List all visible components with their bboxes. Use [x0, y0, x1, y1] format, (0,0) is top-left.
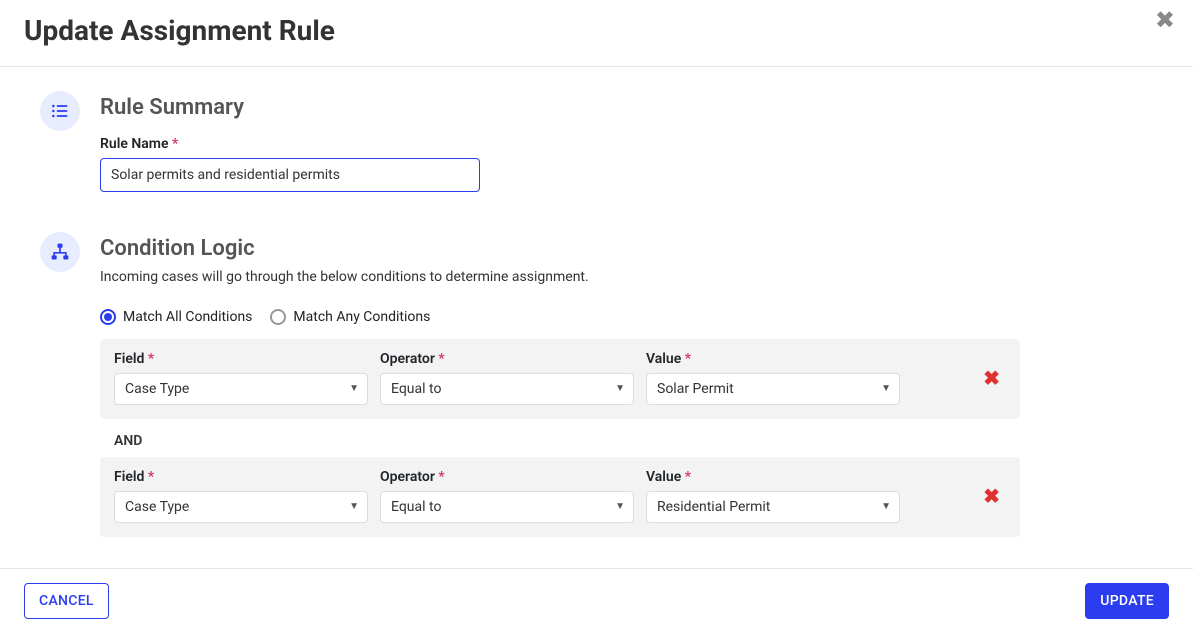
radio-match-all[interactable]: Match All Conditions: [100, 309, 252, 325]
chevron-down-icon: ▼: [881, 501, 891, 512]
condition-value-value: Solar Permit: [657, 381, 734, 397]
condition-operator-value: Equal to: [391, 381, 441, 397]
condition-field-value: Case Type: [125, 499, 189, 515]
condition-field-select[interactable]: Case Type ▼: [114, 373, 368, 405]
condition-field-value: Case Type: [125, 381, 189, 397]
close-icon[interactable]: ✖: [1155, 8, 1175, 32]
radio-icon: [270, 309, 286, 325]
modal-body[interactable]: Rule Summary Rule Name *: [0, 67, 1193, 568]
radio-match-all-label: Match All Conditions: [123, 309, 252, 325]
delete-condition-icon[interactable]: ✖: [983, 368, 1000, 388]
condition-row: Field * Case Type ▼ Operator * Equal to: [100, 339, 1020, 419]
chevron-down-icon: ▼: [349, 501, 359, 512]
condition-operator-value: Equal to: [391, 499, 441, 515]
chevron-down-icon: ▼: [881, 383, 891, 394]
condition-joiner: AND: [114, 433, 1020, 449]
update-button[interactable]: UPDATE: [1085, 583, 1169, 619]
modal-update-assignment-rule: Update Assignment Rule ✖ Rule Summary: [0, 0, 1193, 633]
col-operator-label: Operator *: [380, 351, 634, 367]
chevron-down-icon: ▼: [349, 383, 359, 394]
condition-value-select[interactable]: Residential Permit ▼: [646, 491, 900, 523]
modal-title: Update Assignment Rule: [24, 14, 335, 48]
rule-name-label: Rule Name *: [100, 136, 178, 152]
condition-value-select[interactable]: Solar Permit ▼: [646, 373, 900, 405]
col-value-label: Value *: [646, 351, 900, 367]
delete-condition-icon[interactable]: ✖: [983, 486, 1000, 506]
condition-field-select[interactable]: Case Type ▼: [114, 491, 368, 523]
list-icon: [40, 91, 80, 131]
required-marker: *: [172, 136, 178, 152]
condition-operator-select[interactable]: Equal to ▼: [380, 491, 634, 523]
sitemap-icon: [40, 232, 80, 272]
radio-match-any[interactable]: Match Any Conditions: [270, 309, 430, 325]
rule-summary-heading: Rule Summary: [100, 95, 1020, 120]
cancel-button[interactable]: CANCEL: [24, 583, 109, 619]
col-field-label: Field *: [114, 351, 368, 367]
condition-logic-help: Incoming cases will go through the below…: [100, 269, 1020, 285]
condition-value-value: Residential Permit: [657, 499, 770, 515]
chevron-down-icon: ▼: [615, 383, 625, 394]
col-value-label: Value *: [646, 469, 900, 485]
condition-row: Field * Case Type ▼ Operator * Equal to: [100, 457, 1020, 537]
condition-operator-select[interactable]: Equal to ▼: [380, 373, 634, 405]
radio-icon: [100, 309, 116, 325]
radio-match-any-label: Match Any Conditions: [293, 309, 430, 325]
chevron-down-icon: ▼: [615, 501, 625, 512]
modal-header: Update Assignment Rule ✖: [0, 0, 1193, 67]
col-field-label: Field *: [114, 469, 368, 485]
match-mode-radio-group: Match All Conditions Match Any Condition…: [100, 309, 1020, 325]
section-condition-logic: Condition Logic Incoming cases will go t…: [40, 232, 1020, 537]
col-operator-label: Operator *: [380, 469, 634, 485]
rule-name-input[interactable]: [100, 158, 480, 192]
modal-footer: CANCEL UPDATE: [0, 568, 1193, 633]
section-rule-summary: Rule Summary Rule Name *: [40, 91, 1020, 192]
condition-logic-heading: Condition Logic: [100, 236, 1020, 261]
